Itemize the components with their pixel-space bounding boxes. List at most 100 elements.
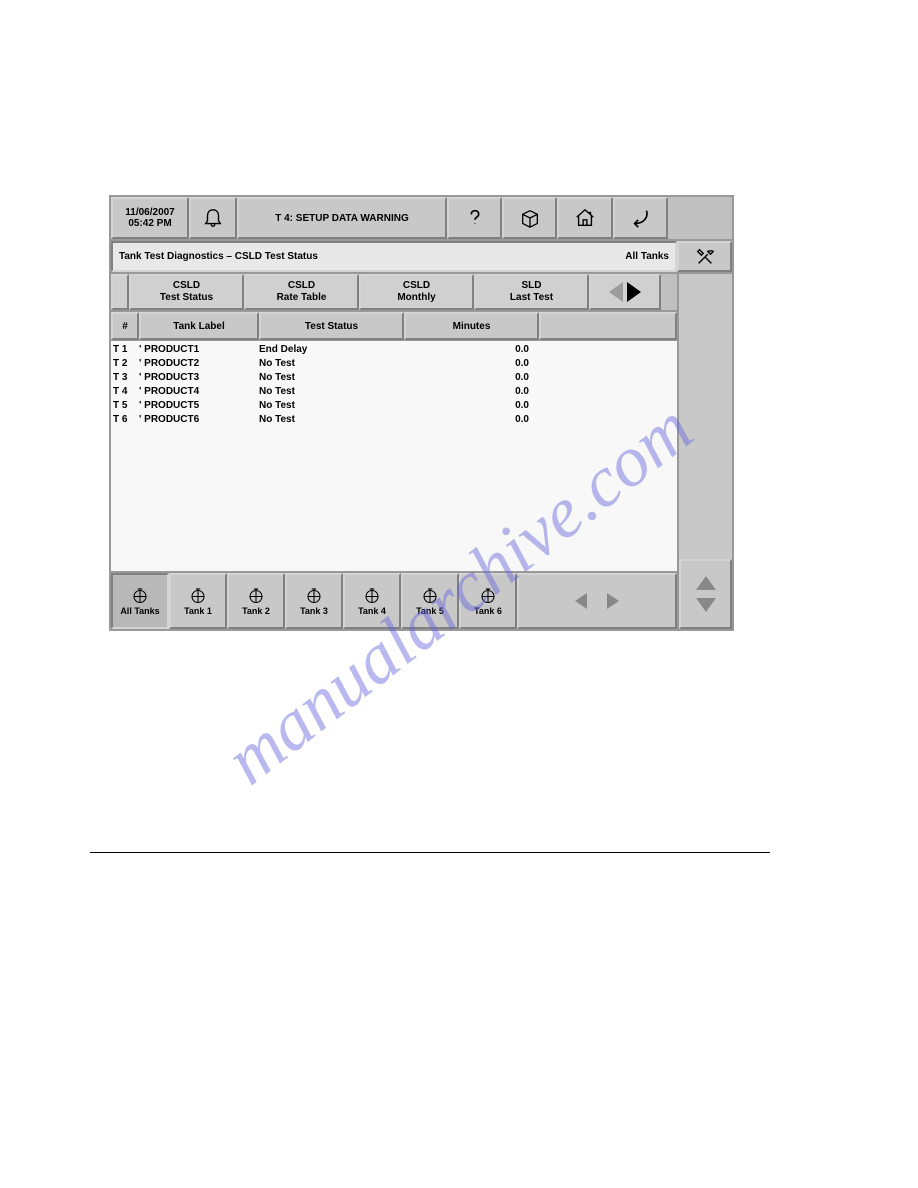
cell-minutes: 0.0 [404,357,539,371]
cell-label: ' PRODUCT4 [139,385,259,399]
tank-6-button[interactable]: Tank 6 [459,573,517,629]
package-button[interactable] [502,197,557,239]
tank-icon [363,586,381,604]
table-row: T 1 ' PRODUCT1 End Delay 0.0 [111,343,677,357]
cell-num: T 4 [111,385,139,399]
tab-nav [589,274,661,310]
tank-icon [421,586,439,604]
breadcrumb: Tank Test Diagnostics – CSLD Test Status… [111,241,677,272]
tank-button-label: All Tanks [120,606,159,616]
cell-label: ' PRODUCT5 [139,399,259,413]
col-num[interactable]: # [111,312,139,340]
tab-prev-icon[interactable] [609,282,623,302]
tab-label: CSLD Rate Table [277,280,327,304]
table-row: T 3 ' PRODUCT3 No Test 0.0 [111,371,677,385]
title-text: T 4: SETUP DATA WARNING [275,213,409,224]
tank-button-label: Tank 4 [358,606,386,616]
main-row: CSLD Test Status CSLD Rate Table CSLD Mo… [111,274,732,629]
cell-minutes: 0.0 [404,413,539,427]
tank-icon [189,586,207,604]
tab-csld-monthly[interactable]: CSLD Monthly [359,274,474,310]
next-page-icon[interactable] [607,593,619,609]
tools-icon [694,246,716,268]
table-row: T 2 ' PRODUCT2 No Test 0.0 [111,357,677,371]
time-text: 05:42 PM [128,218,171,229]
tab-csld-test-status[interactable]: CSLD Test Status [129,274,244,310]
cell-num: T 1 [111,343,139,357]
cell-label: ' PRODUCT6 [139,413,259,427]
cell-status: No Test [259,385,404,399]
return-arrow-icon [630,207,652,229]
cell-label: ' PRODUCT1 [139,343,259,357]
bottom-bar: All Tanks Tank 1 Tank 2 Tank 3 Tank 4 [111,571,677,629]
cell-minutes: 0.0 [404,385,539,399]
prev-page-icon[interactable] [575,593,587,609]
box-icon [519,207,541,229]
vertical-nav [679,559,732,629]
divider-line [90,852,770,853]
tab-next-icon[interactable] [627,282,641,302]
column-headers: # Tank Label Test Status Minutes [111,312,677,341]
cell-num: T 2 [111,357,139,371]
cell-num: T 5 [111,399,139,413]
tank-icon [131,586,149,604]
top-toolbar: 11/06/2007 05:42 PM T 4: SETUP DATA WARN… [111,197,732,241]
question-icon [464,207,486,229]
cell-status: End Delay [259,343,404,357]
tank-icon [305,586,323,604]
tab-spacer [111,274,129,310]
sidebar-fill [679,274,732,559]
home-button[interactable] [557,197,613,239]
breadcrumb-filter: All Tanks [625,251,669,262]
tank-1-button[interactable]: Tank 1 [169,573,227,629]
cell-label: ' PRODUCT3 [139,371,259,385]
tank-icon [479,586,497,604]
tank-button-label: Tank 1 [184,606,212,616]
col-rest [539,312,677,340]
tank-button-label: Tank 5 [416,606,444,616]
col-minutes[interactable]: Minutes [404,312,539,340]
cell-label: ' PRODUCT2 [139,357,259,371]
help-button[interactable] [447,197,502,239]
tank-button-label: Tank 6 [474,606,502,616]
cell-num: T 3 [111,371,139,385]
tank-5-button[interactable]: Tank 5 [401,573,459,629]
tab-sld-last-test[interactable]: SLD Last Test [474,274,589,310]
home-icon [574,207,596,229]
sub-header: Tank Test Diagnostics – CSLD Test Status… [111,241,732,274]
scroll-down-icon[interactable] [696,598,716,612]
all-tanks-button[interactable]: All Tanks [111,573,169,629]
tank-4-button[interactable]: Tank 4 [343,573,401,629]
tab-label: CSLD Monthly [397,280,435,304]
tab-label: SLD Last Test [510,280,553,304]
cell-minutes: 0.0 [404,343,539,357]
title-bar: T 4: SETUP DATA WARNING [237,197,447,239]
tools-button[interactable] [677,241,732,272]
alarm-button[interactable] [189,197,237,239]
table-row: T 5 ' PRODUCT5 No Test 0.0 [111,399,677,413]
scroll-up-icon[interactable] [696,576,716,590]
tank-icon [247,586,265,604]
cell-minutes: 0.0 [404,399,539,413]
col-tank-label[interactable]: Tank Label [139,312,259,340]
horizontal-nav [517,573,677,629]
tank-3-button[interactable]: Tank 3 [285,573,343,629]
tab-label: CSLD Test Status [160,280,213,304]
bell-icon [202,207,224,229]
tank-button-label: Tank 2 [242,606,270,616]
back-button[interactable] [613,197,668,239]
tab-csld-rate-table[interactable]: CSLD Rate Table [244,274,359,310]
cell-status: No Test [259,399,404,413]
tank-2-button[interactable]: Tank 2 [227,573,285,629]
cell-status: No Test [259,357,404,371]
table-row: T 4 ' PRODUCT4 No Test 0.0 [111,385,677,399]
breadcrumb-path: Tank Test Diagnostics – CSLD Test Status [119,251,318,262]
data-area: T 1 ' PRODUCT1 End Delay 0.0 T 2 ' PRODU… [111,341,677,571]
col-test-status[interactable]: Test Status [259,312,404,340]
cell-num: T 6 [111,413,139,427]
cell-minutes: 0.0 [404,371,539,385]
right-sidebar [677,274,732,629]
app-window: 11/06/2007 05:42 PM T 4: SETUP DATA WARN… [109,195,734,631]
datetime-button[interactable]: 11/06/2007 05:42 PM [111,197,189,239]
tank-button-label: Tank 3 [300,606,328,616]
